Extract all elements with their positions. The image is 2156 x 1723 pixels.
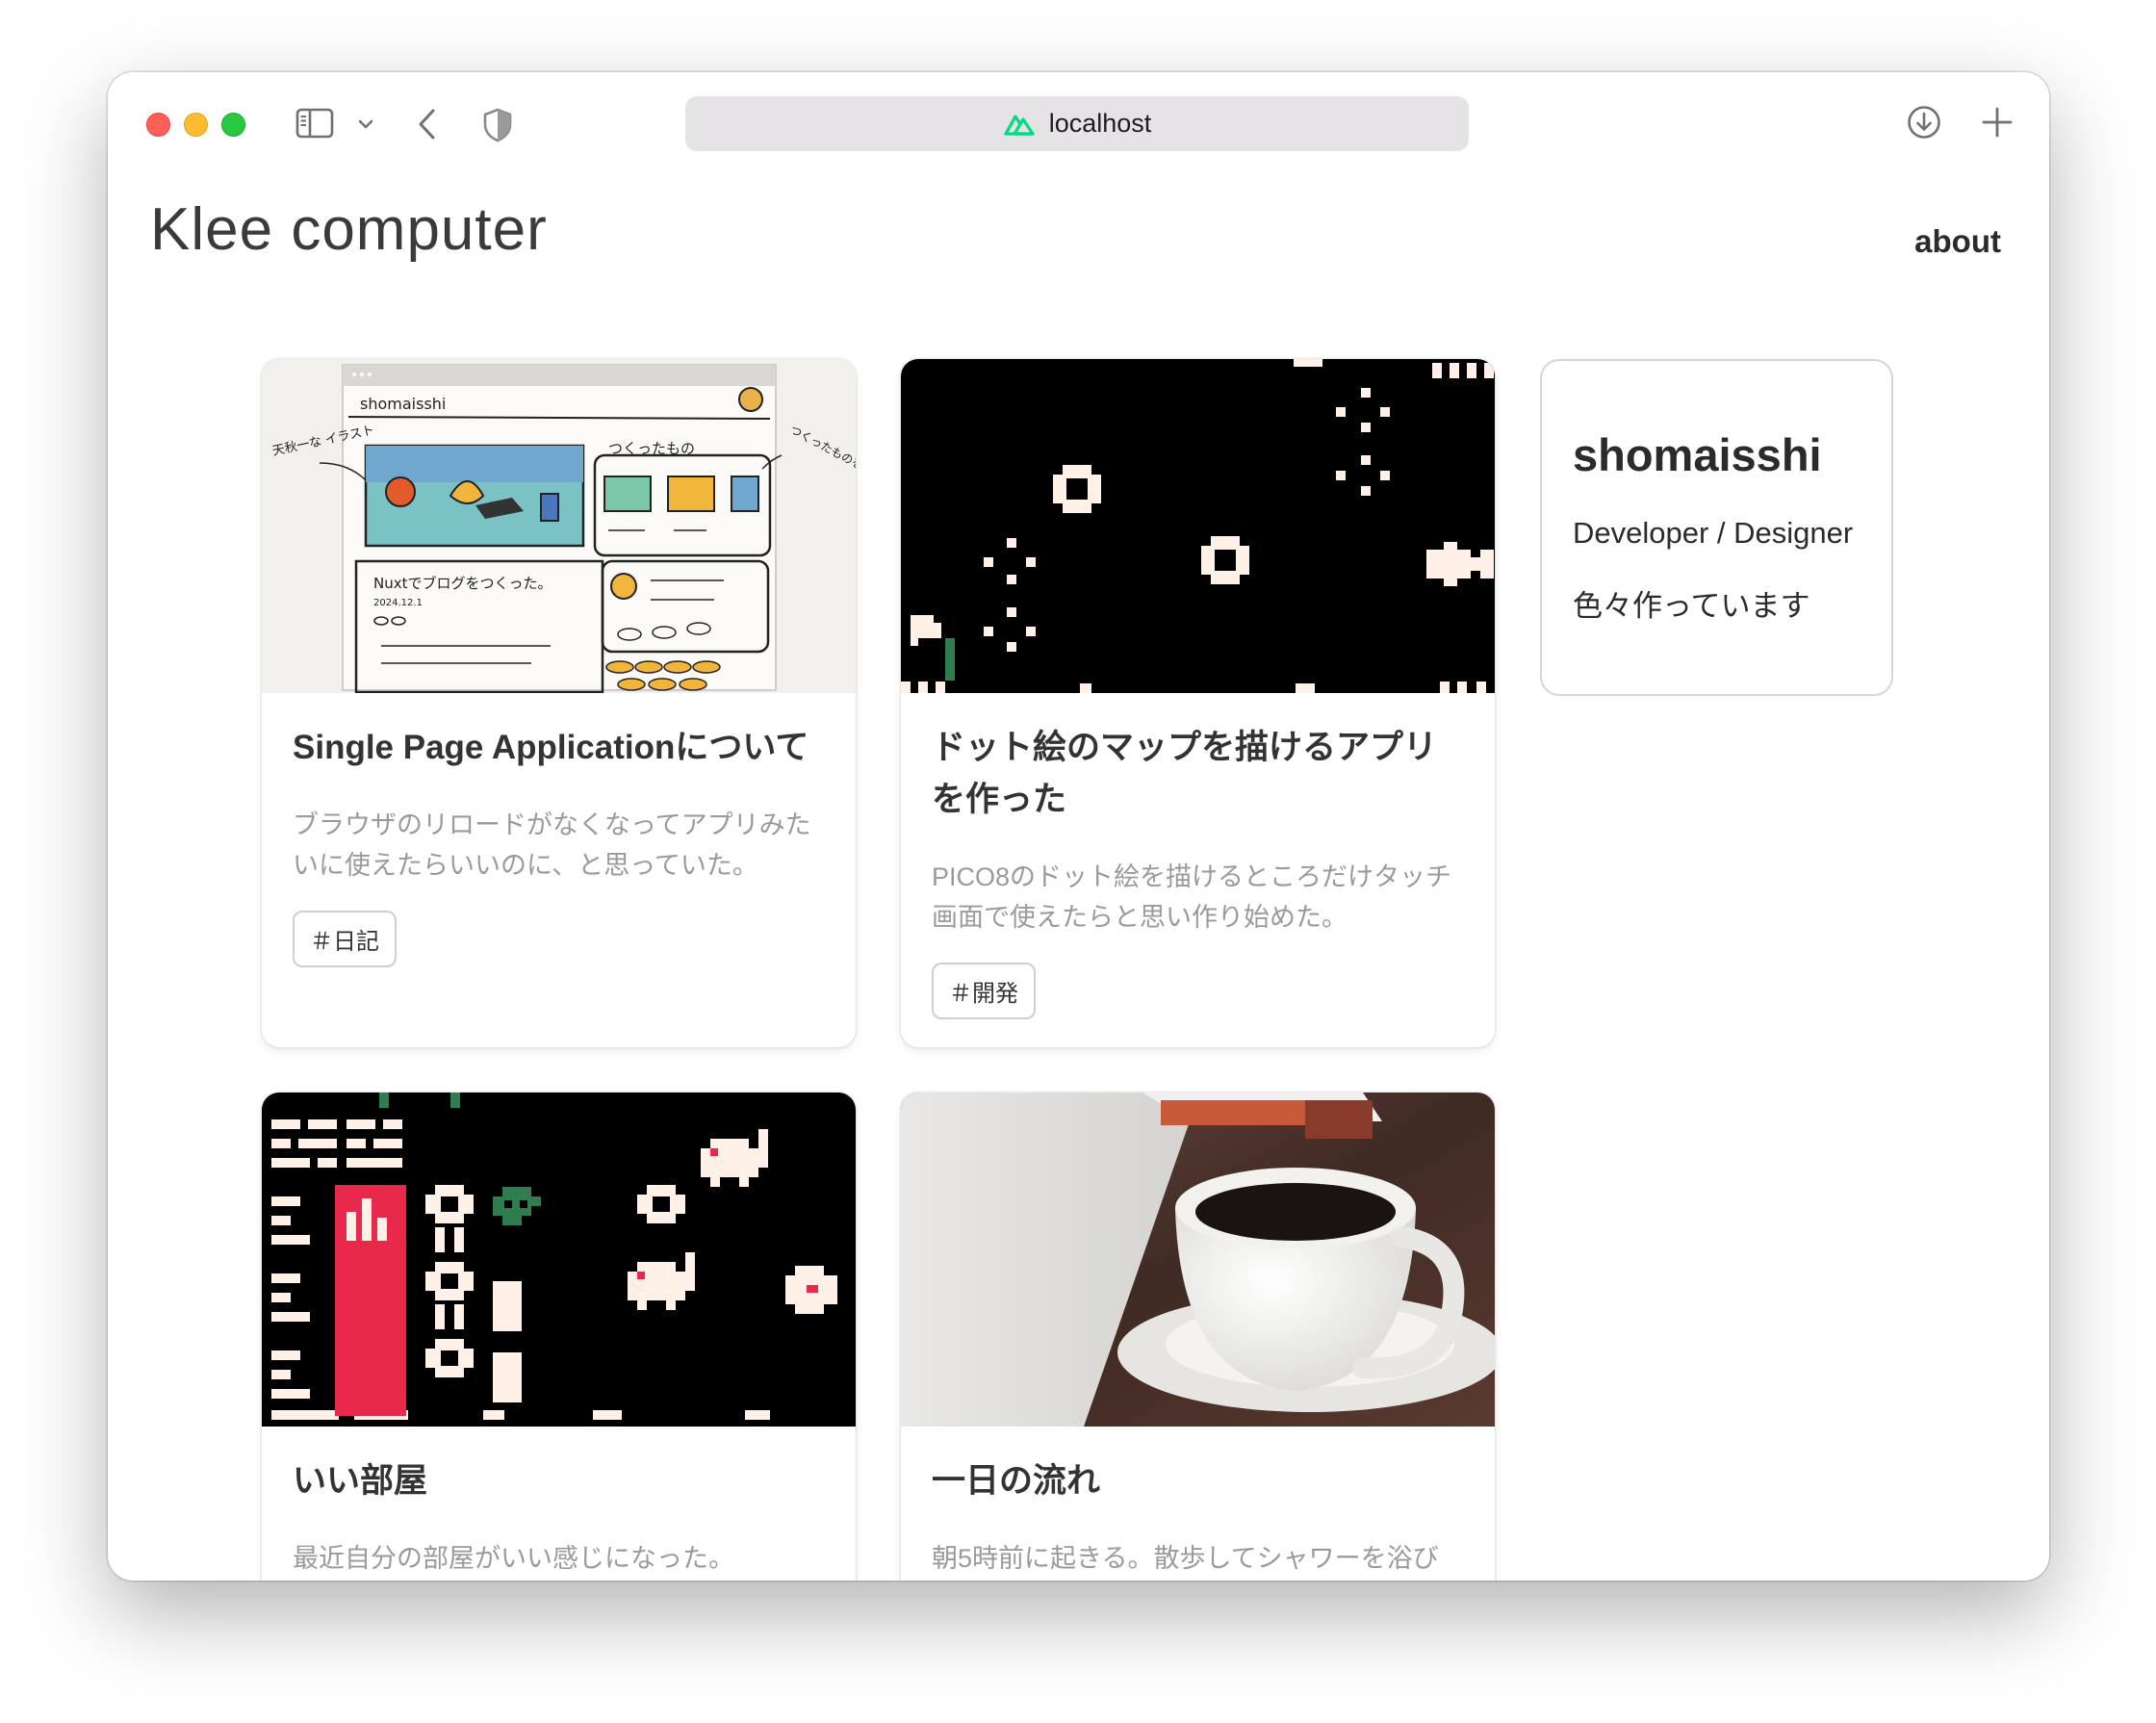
svg-text:shomaisshi: shomaisshi (360, 395, 446, 413)
privacy-shield-icon[interactable] (481, 107, 514, 143)
download-icon[interactable] (1906, 104, 1942, 141)
post-card[interactable]: shomaisshi Nuxtでブログをつくった。 2024.12.1 つくった… (262, 359, 856, 1047)
post-title[interactable]: 一日の流れ (932, 1455, 1464, 1507)
post-tag[interactable]: ＃開発 (932, 963, 1036, 1019)
post-title[interactable]: ドット絵のマップを描けるアプリを作った (932, 722, 1464, 826)
svg-text:Nuxtでブログをつくった。: Nuxtでブログをつくった。 (373, 575, 552, 592)
post-card[interactable]: 一日の流れ 朝5時前に起きる。散歩してシャワーを浴び (901, 1093, 1495, 1581)
back-arrow-icon[interactable] (414, 105, 441, 143)
profile-name: shomaisshi (1573, 429, 1822, 480)
svg-text:2024.12.1: 2024.12.1 (373, 598, 423, 608)
profile-bio: 色々作っています (1573, 589, 1810, 623)
post-title[interactable]: いい部屋 (293, 1455, 825, 1507)
profile-role: Developer / Designer (1573, 516, 1854, 550)
post-tag[interactable]: ＃日記 (293, 911, 397, 967)
browser-window: localhost Klee computer about shomaisshi (108, 72, 2049, 1581)
post-description: ブラウザのリロードがなくなってアプリみたいに使えたらいいのに、と思っていた。 (293, 810, 811, 880)
address-bar[interactable]: localhost (685, 96, 1469, 151)
chevron-down-icon[interactable] (356, 115, 375, 134)
post-description: 朝5時前に起きる。散歩してシャワーを浴び (932, 1544, 1439, 1573)
close-window-button[interactable] (146, 113, 170, 137)
post-description: PICO8のドット絵を描けるところだけタッチ画面で使えたらと思い作り始めた。 (932, 862, 1452, 932)
post-card[interactable]: いい部屋 最近自分の部屋がいい感じになった。 (262, 1093, 856, 1581)
post-title[interactable]: Single Page Applicationについて (293, 722, 825, 774)
profile-card: shomaisshi Developer / Designer 色々作っています (1540, 359, 1893, 696)
zoom-window-button[interactable] (221, 113, 245, 137)
post-description: 最近自分の部屋がいい感じになった。 (293, 1544, 734, 1573)
post-thumbnail-sketch: shomaisshi Nuxtでブログをつくった。 2024.12.1 つくった… (262, 359, 856, 693)
site-title[interactable]: Klee computer (150, 195, 548, 264)
nuxt-favicon-icon (1004, 114, 1035, 136)
sidebar-toggle-icon[interactable] (295, 108, 334, 139)
browser-toolbar: localhost (108, 72, 2049, 178)
minimize-window-button[interactable] (184, 113, 208, 137)
new-tab-plus-icon[interactable] (1979, 104, 2015, 141)
post-thumbnail-coffee-photo (901, 1093, 1495, 1427)
address-text: localhost (1048, 109, 1152, 138)
post-card[interactable]: ドット絵のマップを描けるアプリを作った PICO8のドット絵を描けるところだけタ… (901, 359, 1495, 1047)
post-thumbnail-pixel-map (901, 359, 1495, 693)
nav-about-link[interactable]: about (1914, 223, 2001, 260)
post-thumbnail-pixel-room (262, 1093, 856, 1427)
